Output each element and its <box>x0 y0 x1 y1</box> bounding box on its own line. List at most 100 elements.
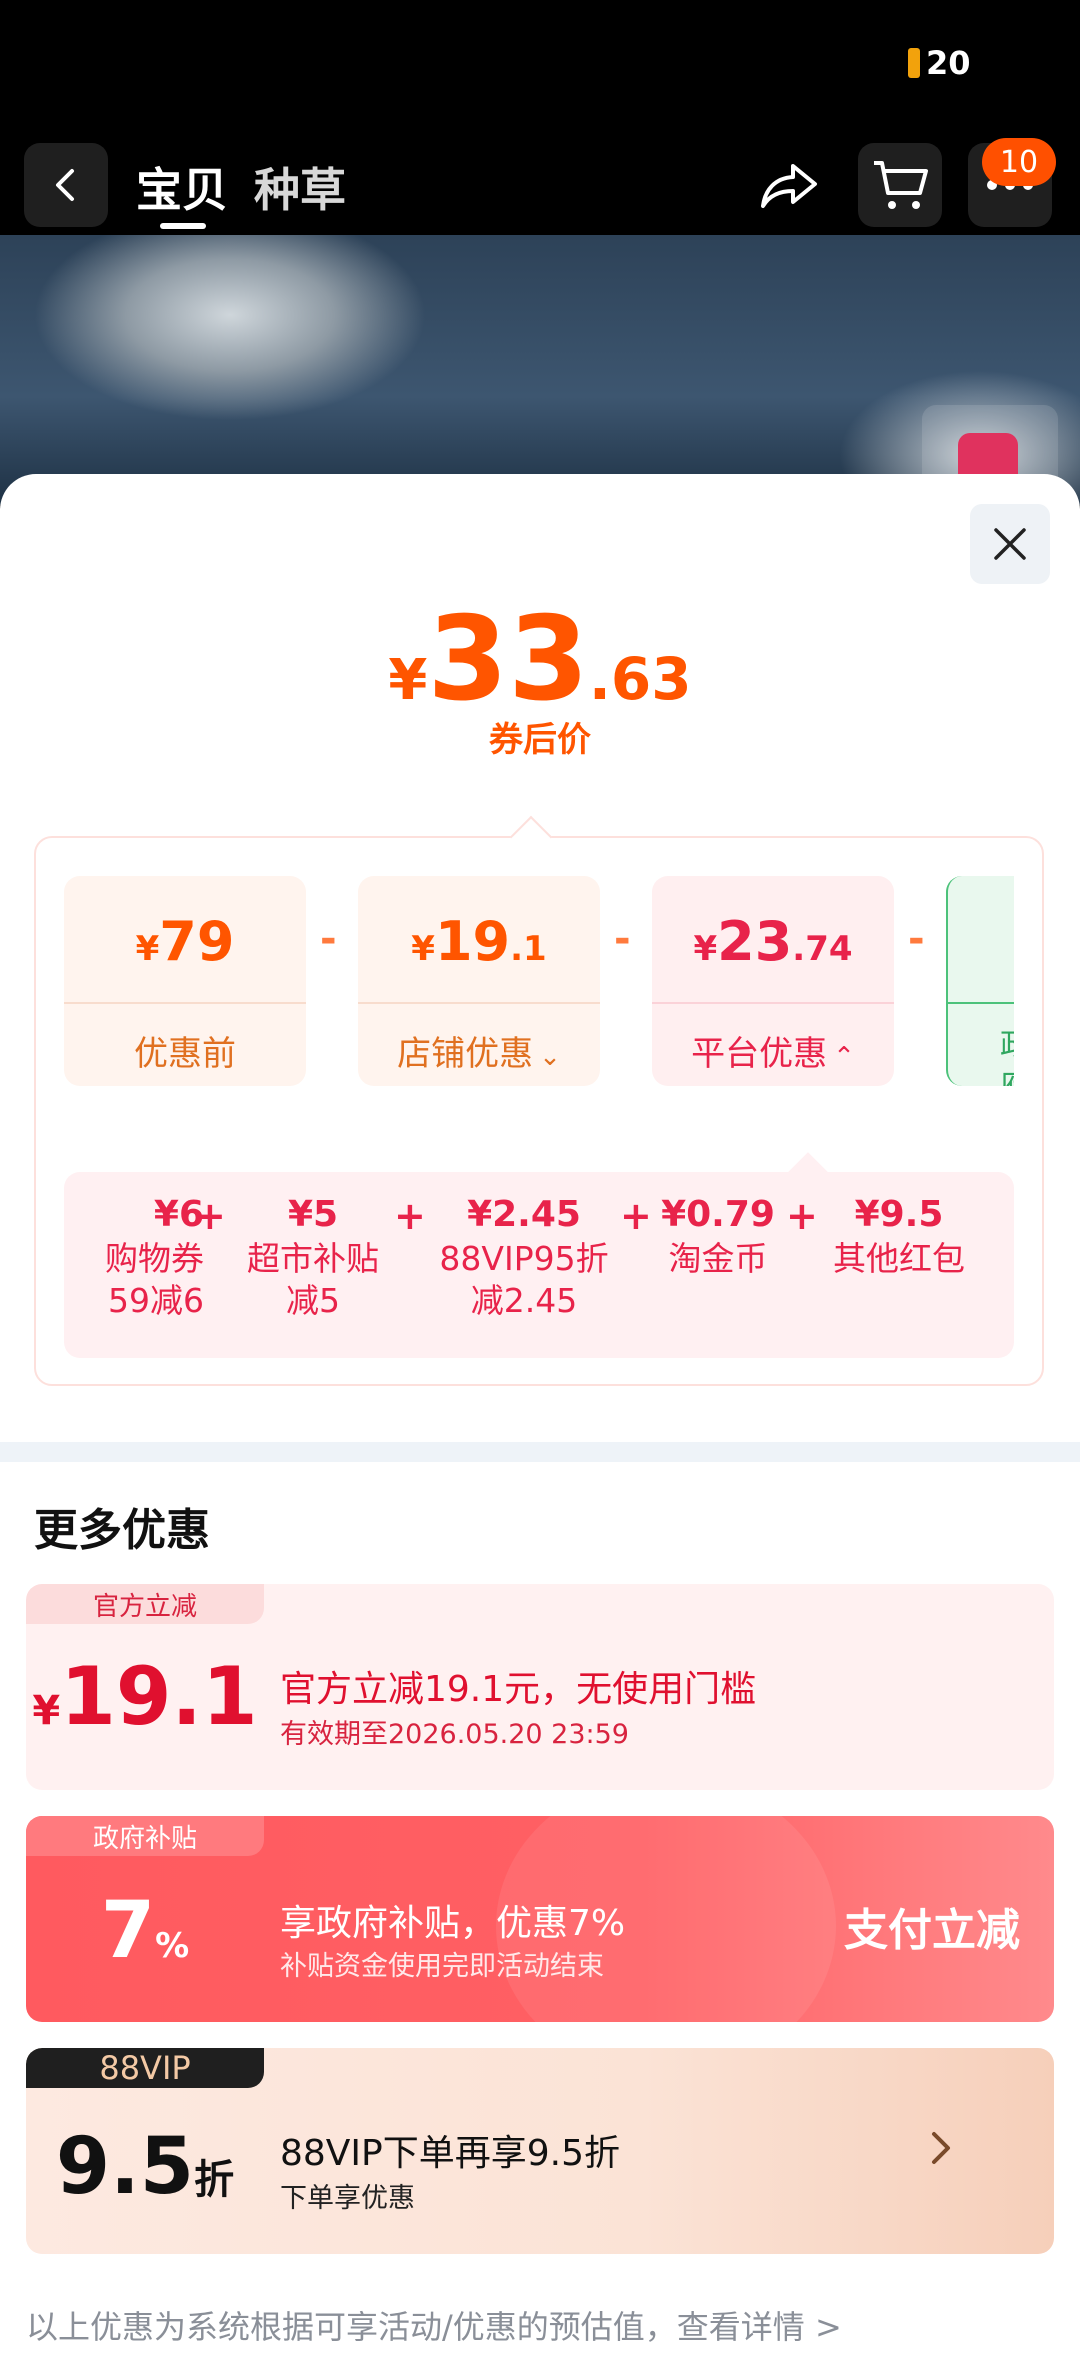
breakdown-label: 政府 <box>1000 1026 1014 1086</box>
breakdown-value: ¥23.74 <box>652 910 894 973</box>
detail-item: ¥9.5 其他红包 <box>824 1194 974 1280</box>
price-integer: 33 <box>427 592 589 727</box>
breakdown-label-text: 店铺优惠 <box>397 1034 534 1074</box>
tab-seeding[interactable]: 种草 <box>254 154 346 220</box>
detail-item: ¥2.45 88VIP95折 减2.45 <box>434 1194 614 1322</box>
offer-value: 7% <box>26 1886 264 1976</box>
breakdown-currency: ¥ <box>411 929 435 969</box>
detail-value: ¥5 <box>287 1194 339 1235</box>
final-price: ¥33.63 <box>0 592 1080 727</box>
offer-title: 官方立减19.1元，无使用门槛 <box>280 1669 757 1710</box>
breakdown-currency: ¥ <box>135 929 160 969</box>
detail-item: ¥5 超市补贴 减5 <box>238 1194 388 1322</box>
offer-unit: 折 <box>194 2157 235 2203</box>
detail-value: ¥9.5 <box>854 1194 944 1235</box>
offer-amount: 7 <box>100 1886 156 1976</box>
offer-note: 下单享优惠 <box>280 2183 415 2214</box>
offer-value: ¥19.1 <box>26 1650 264 1743</box>
plus-sign: + <box>786 1194 818 1238</box>
cart-icon <box>874 161 928 209</box>
offer-amount: 9.5 <box>55 2122 195 2212</box>
more-offers-title: 更多优惠 <box>34 1505 210 1556</box>
breakdown-currency: ¥ <box>693 929 718 969</box>
breakdown-decimal: .1 <box>510 929 547 969</box>
breakdown-label: 优惠前 <box>134 1034 236 1074</box>
detail-item: ¥6 购物券 59减6 <box>64 1194 204 1322</box>
offer-validity: 有效期至2026.05.20 23:59 <box>280 1719 629 1750</box>
divider <box>948 1002 1014 1004</box>
plus-sign: + <box>394 1194 426 1238</box>
detail-value: ¥6 <box>153 1194 204 1235</box>
breakdown-label: 平台优惠 ⌃ <box>652 1026 894 1075</box>
chevron-down-icon: ⌄ <box>539 1042 561 1072</box>
battery-level: 20 <box>926 44 971 82</box>
plus-sign: + <box>620 1194 652 1238</box>
minus-sign: - <box>614 916 631 962</box>
tab-item[interactable]: 宝贝 <box>136 154 228 220</box>
top-nav: 宝贝 种草 <box>0 130 1080 235</box>
platform-discount-details[interactable]: ¥6 购物券 59减6 + ¥5 超市补贴 减5 + ¥2.45 88VIP95… <box>64 1172 1014 1358</box>
offer-unit: % <box>155 1926 190 1966</box>
price-label: 券后价 <box>489 720 591 760</box>
cart-button[interactable] <box>858 143 942 227</box>
close-icon <box>994 528 1026 560</box>
battery-indicator: 20 <box>908 44 971 82</box>
breakdown-original-price: ¥79 优惠前 <box>64 876 306 1086</box>
discount-sheet: ¥33.63 券后价 ¥79 优惠前 - ¥19.1 店铺优惠 ⌄ - ¥23.7… <box>0 474 1080 2376</box>
minus-sign: - <box>320 916 337 962</box>
vip-discount-card[interactable]: 88VIP 9.5折 88VIP下单再享9.5折 下单享优惠 <box>26 2048 1054 2254</box>
offer-title: 享政府补贴，优惠7% <box>280 1903 626 1944</box>
disclaimer-link[interactable]: 以上优惠为系统根据可享活动/优惠的预估值，查看详情 > <box>26 2302 842 2348</box>
breakdown-value: ¥79 <box>64 910 306 973</box>
price-currency: ¥ <box>388 648 428 713</box>
official-discount-card[interactable]: 官方立减 ¥19.1 官方立减19.1元，无使用门槛 有效期至2026.05.2… <box>26 1584 1054 1790</box>
detail-label-2: 减5 <box>286 1281 340 1320</box>
detail-label-2: 59减6 <box>108 1281 204 1320</box>
breakdown-value: ¥19.1 <box>358 910 600 973</box>
pay-discount-button[interactable]: 支付立减 <box>844 1894 1020 1958</box>
chevron-up-icon: ⌃ <box>833 1042 855 1072</box>
price-breakdown: ¥79 优惠前 - ¥19.1 店铺优惠⌄ - ¥23.74 平台优惠⌃ - <box>34 815 1044 1386</box>
breakdown-label: 店铺优惠 ⌄ <box>358 1026 600 1075</box>
section-divider <box>0 1442 1080 1462</box>
detail-label: 购物券 <box>105 1239 204 1278</box>
breakdown-store-discount[interactable]: ¥19.1 店铺优惠 ⌄ <box>358 876 600 1086</box>
breakdown-pointer <box>509 815 553 859</box>
breakdown-integer: 23 <box>717 910 793 973</box>
breakdown-platform-discount[interactable]: ¥23.74 平台优惠 ⌃ <box>652 876 894 1086</box>
detail-value: ¥0.79 <box>661 1194 775 1235</box>
breakdown-decimal: .74 <box>792 929 853 969</box>
breakdown-gov-subsidy[interactable]: 政府 <box>946 876 1014 1086</box>
offer-tag: 88VIP <box>26 2048 264 2088</box>
detail-label: 88VIP95折 <box>439 1239 609 1278</box>
detail-label: 其他红包 <box>833 1239 965 1278</box>
detail-value: ¥2.45 <box>467 1194 581 1235</box>
breakdown-label-text: 平台优惠 <box>691 1034 828 1074</box>
back-button[interactable] <box>24 143 108 227</box>
price-decimal: .63 <box>588 645 692 713</box>
back-icon <box>56 169 74 201</box>
offer-value: 9.5折 <box>26 2122 264 2212</box>
offer-note: 补贴资金使用完即活动结束 <box>280 1951 604 1982</box>
breakdown-integer: 79 <box>159 910 235 973</box>
detail-label: 淘金币 <box>668 1239 768 1278</box>
product-image <box>0 235 1080 505</box>
message-badge: 10 <box>982 138 1056 186</box>
offer-currency: ¥ <box>32 1688 61 1734</box>
breakdown-row[interactable]: ¥79 优惠前 - ¥19.1 店铺优惠 ⌄ - ¥23.74 平台优惠 ⌃ - <box>64 876 1014 1086</box>
plus-sign: + <box>194 1194 226 1238</box>
offer-tag: 政府补贴 <box>26 1816 264 1856</box>
share-button[interactable] <box>748 143 832 227</box>
active-tab-indicator <box>160 223 206 229</box>
close-button[interactable] <box>970 504 1050 584</box>
divider <box>358 1002 600 1004</box>
chevron-right-icon[interactable] <box>926 2128 956 2172</box>
breakdown-integer: 19 <box>434 910 511 973</box>
minus-sign: - <box>908 916 925 962</box>
gov-subsidy-card[interactable]: 政府补贴 7% 享政府补贴，优惠7% 补贴资金使用完即活动结束 支付立减 <box>26 1816 1054 2022</box>
status-bar: 20 <box>0 0 1080 130</box>
divider <box>64 1002 306 1004</box>
battery-icon <box>908 48 920 78</box>
divider <box>652 1002 894 1004</box>
detail-label-2: 减2.45 <box>470 1281 578 1320</box>
